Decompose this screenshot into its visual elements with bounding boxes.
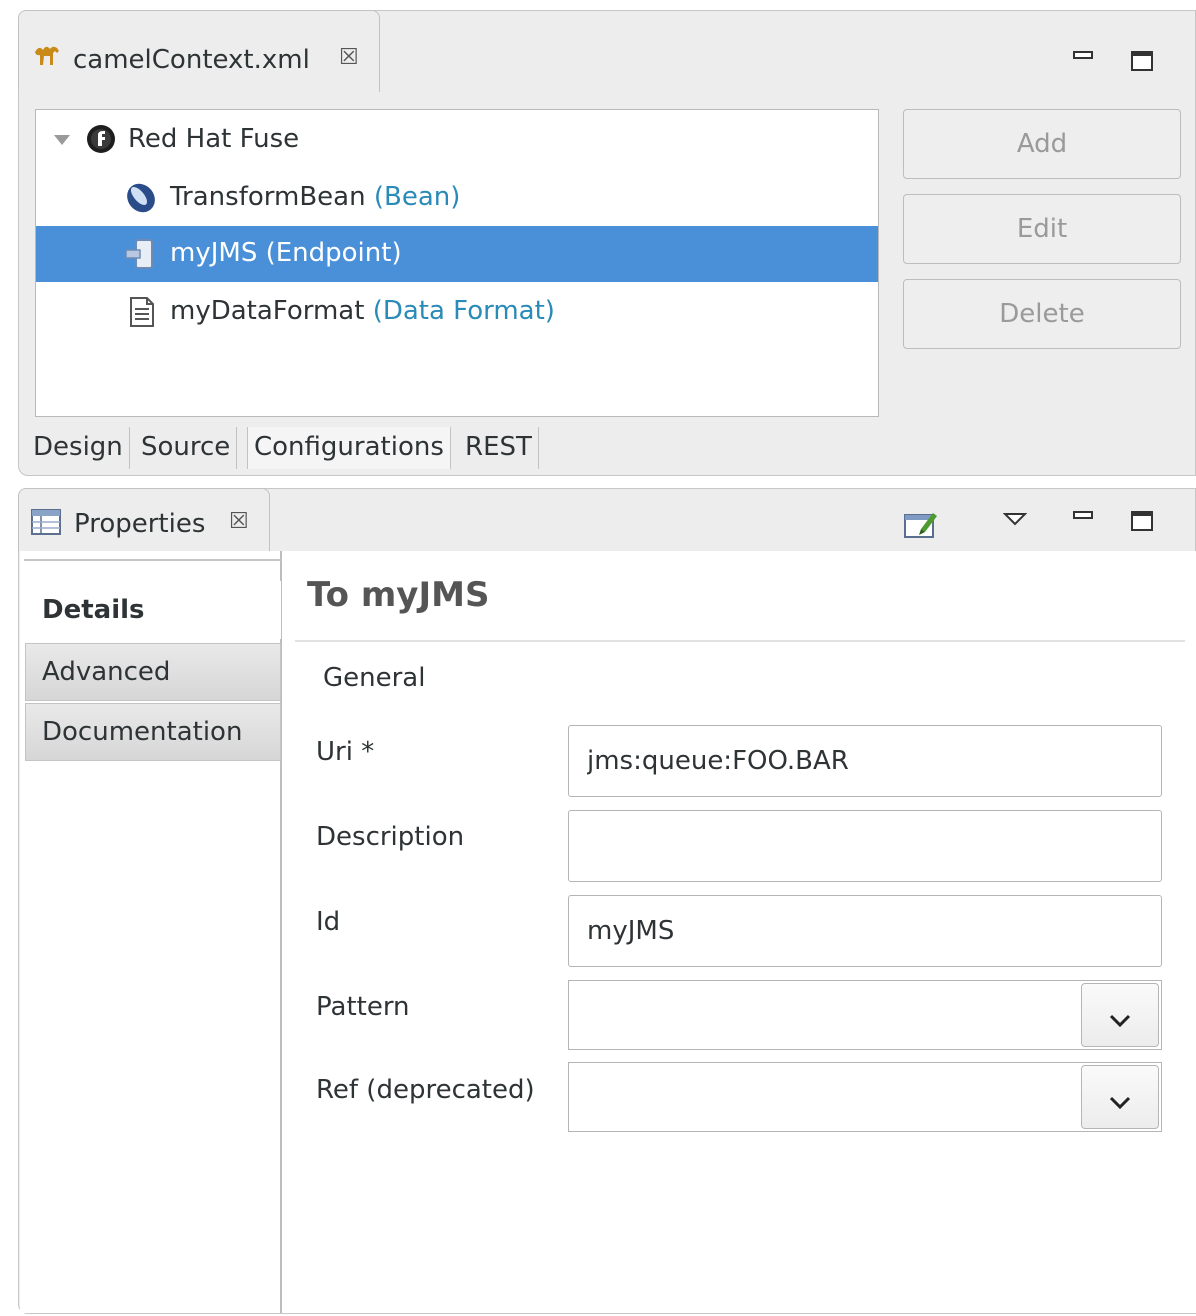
expand-arrow-icon[interactable] [52,132,72,151]
properties-tab-title: Properties [74,509,206,539]
id-label: Id [316,907,341,937]
section-general: General [323,663,426,693]
uri-field[interactable] [568,725,1162,797]
close-icon[interactable]: ☒ [229,509,249,534]
id-field[interactable] [568,895,1162,967]
description-label: Description [316,822,465,852]
properties-tab[interactable]: Properties ☒ [18,488,270,552]
description-field[interactable] [568,810,1162,882]
camel-icon [33,43,61,71]
minimize-icon[interactable] [1073,511,1093,519]
tab-design[interactable]: Design [27,427,130,469]
chevron-down-icon [1108,1088,1132,1118]
divider [295,640,1185,642]
tree-item-kind: (Bean) [373,182,461,212]
tree-root-red-hat-fuse[interactable]: Red Hat Fuse [36,112,878,168]
chevron-down-icon [1108,1006,1132,1036]
document-icon [128,296,156,332]
editor-tab-title: camelContext.xml [73,45,310,75]
tree-item-name: myDataFormat [170,296,365,326]
ref-dropdown-button[interactable] [1081,1065,1159,1129]
pin-editor-icon[interactable] [903,507,939,543]
tab-rest[interactable]: REST [459,427,539,469]
tree-item-kind: (Data Format) [372,296,555,326]
pattern-combo[interactable] [568,980,1162,1050]
tree-root-label: Red Hat Fuse [128,124,300,154]
tab-configurations[interactable]: Configurations [247,427,451,469]
editor-tab[interactable]: camelContext.xml ☒ [18,10,380,92]
edit-button[interactable]: Edit [903,194,1181,264]
divider [24,559,282,561]
minimize-icon[interactable] [1073,51,1093,59]
editor-panel: camelContext.xml ☒ Red Hat Fuse Transfor… [18,10,1196,476]
properties-body: Details Advanced Documentation To myJMS … [20,551,1196,1313]
close-icon[interactable]: ☒ [339,45,359,70]
endpoint-icon [124,238,158,274]
configurations-tree[interactable]: Red Hat Fuse TransformBean (Bean) myJMS … [35,109,879,417]
tree-item-myjms[interactable]: myJMS (Endpoint) [36,226,878,282]
tab-documentation[interactable]: Documentation [25,703,281,761]
delete-button[interactable]: Delete [903,279,1181,349]
tree-item-name: TransformBean [170,182,366,212]
view-menu-icon[interactable] [1002,511,1028,530]
pattern-dropdown-button[interactable] [1081,983,1159,1047]
tree-item-transformbean[interactable]: TransformBean (Bean) [36,170,878,226]
ref-label: Ref (deprecated) [316,1075,535,1105]
properties-panel: Properties ☒ Details Advanced Documentat… [18,488,1196,1314]
ref-combo[interactable] [568,1062,1162,1132]
tab-details[interactable]: Details [25,581,281,639]
properties-table-icon [31,509,61,539]
tree-item-name: myJMS [170,238,258,268]
uri-label: Uri * [316,737,375,767]
tree-item-kind: (Endpoint) [265,238,402,268]
pattern-label: Pattern [316,992,410,1022]
bean-icon [124,182,158,218]
tab-source[interactable]: Source [135,427,238,469]
tab-advanced[interactable]: Advanced [25,643,281,701]
form-title: To myJMS [307,575,490,615]
add-button[interactable]: Add [903,109,1181,179]
maximize-icon[interactable] [1131,511,1153,531]
maximize-icon[interactable] [1131,51,1153,71]
tree-item-mydataformat[interactable]: myDataFormat (Data Format) [36,284,878,340]
fuse-icon [86,124,116,158]
